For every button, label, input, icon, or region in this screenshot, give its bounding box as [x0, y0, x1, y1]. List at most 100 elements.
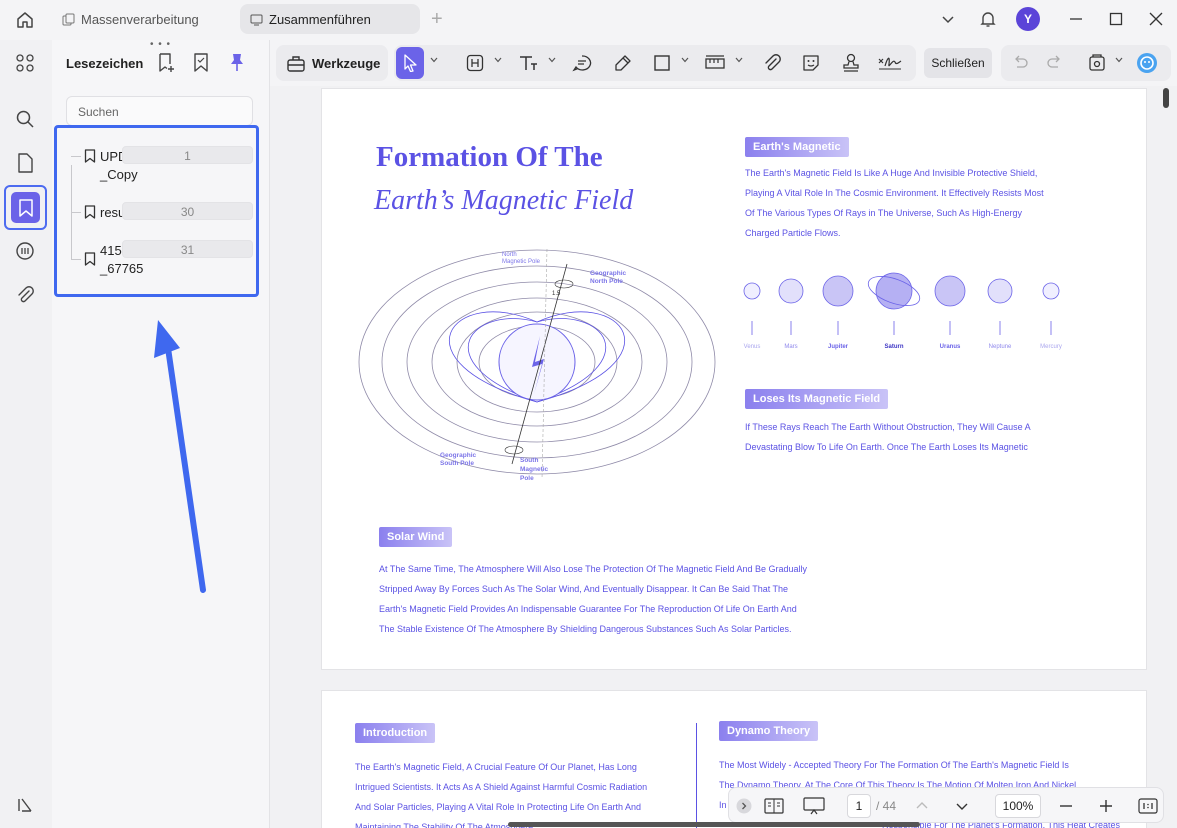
- paragraph-line: At The Same Time, The Atmosphere Will Al…: [379, 564, 808, 574]
- text-tool-icon[interactable]: [515, 51, 541, 75]
- vertical-scrollbar[interactable]: [1163, 88, 1169, 108]
- tab-label: Massenverarbeitung: [81, 11, 199, 27]
- close-tools-button[interactable]: Schließen: [924, 48, 992, 78]
- planet-label: Neptune: [989, 344, 1012, 350]
- paragraph-line: In: [719, 800, 727, 810]
- ai-assistant-icon[interactable]: [1134, 51, 1160, 75]
- sidebar-toggle-icon[interactable]: [10, 790, 40, 820]
- tree-tick: [71, 156, 81, 157]
- pin-icon[interactable]: [227, 52, 247, 74]
- undo-icon[interactable]: [1007, 51, 1033, 75]
- pen-tool-icon[interactable]: [610, 51, 636, 75]
- planet-label: Jupiter: [828, 344, 849, 350]
- section-heading: Loses Its Magnetic Field: [745, 389, 889, 409]
- tab-batch-processing[interactable]: Massenverarbeitung: [52, 4, 236, 34]
- presentation-icon[interactable]: [802, 796, 826, 816]
- planet-label: Venus: [744, 344, 761, 350]
- paragraph-line: If These Rays Reach The Earth Without Ob…: [745, 422, 1031, 432]
- chevron-down-icon[interactable]: [681, 56, 689, 64]
- planet-label: Saturn: [884, 344, 903, 350]
- diagram-label: 1.5: [552, 291, 561, 297]
- bookmarks-rail-button[interactable]: [4, 185, 47, 230]
- bookmark-icon: [84, 149, 96, 163]
- thumbnails-icon[interactable]: [10, 48, 40, 78]
- paragraph-line: Devastating Blow To Life On Earth. Once …: [745, 442, 1028, 452]
- attach-file-tool-icon[interactable]: [759, 51, 785, 75]
- chevron-down-icon[interactable]: [735, 56, 743, 64]
- tools-label: Werkzeuge: [312, 55, 381, 71]
- paragraph-line: Earth's Magnetic Field Provides An Indis…: [379, 604, 797, 614]
- next-page-icon[interactable]: [953, 796, 971, 816]
- chevron-down-icon[interactable]: [937, 6, 959, 32]
- heading-tool-icon[interactable]: [462, 51, 488, 75]
- paragraph-line: And Solar Particles, Playing A Vital Rol…: [355, 802, 641, 812]
- zoom-out-icon[interactable]: [1057, 796, 1075, 816]
- bell-icon[interactable]: [977, 6, 999, 32]
- chevron-down-icon[interactable]: [548, 56, 556, 64]
- drag-handle-icon[interactable]: • • •: [150, 39, 171, 50]
- comments-icon[interactable]: [10, 236, 40, 266]
- section-heading: Introduction: [355, 723, 436, 743]
- bookmark-page-number: 30: [122, 202, 253, 220]
- bookmark-item[interactable]: 41598_2020_Article_67765 31: [71, 240, 253, 282]
- zoom-level[interactable]: 100%: [995, 794, 1041, 818]
- paragraph-line: Of The Various Types Of Rays in The Univ…: [745, 208, 1022, 218]
- bookmark-search-input[interactable]: Suchen: [66, 96, 253, 126]
- page-subtitle: Earth’s Magnetic Field: [374, 185, 634, 216]
- section-heading: Solar Wind: [379, 527, 453, 547]
- total-pages: / 44: [876, 799, 897, 813]
- paragraph-line: Charged Particle Flows.: [745, 228, 841, 238]
- close-window-icon[interactable]: [1144, 6, 1168, 32]
- add-bookmark-icon[interactable]: [156, 52, 176, 74]
- stamp-tool-icon[interactable]: [838, 51, 864, 75]
- measure-tool-icon[interactable]: [702, 51, 728, 75]
- current-page-input[interactable]: 1: [847, 794, 871, 818]
- signature-tool-icon[interactable]: [877, 51, 903, 75]
- page-icon[interactable]: [10, 148, 40, 178]
- horizontal-scrollbar[interactable]: [508, 822, 920, 827]
- diagram-label: Magnetic: [520, 466, 549, 473]
- paragraph-line: The Most Widely - Accepted Theory For Th…: [719, 760, 1069, 770]
- diagram-label: South: [520, 457, 538, 464]
- comment-tool-icon[interactable]: [569, 51, 595, 75]
- diagram-label: Pole: [520, 475, 534, 482]
- section-heading: Earth's Magnetic: [745, 137, 849, 157]
- diagram-label: Geographic: [590, 270, 627, 277]
- merge-icon: [250, 12, 264, 26]
- redo-icon[interactable]: [1042, 51, 1068, 75]
- tab-label: Zusammenführen: [269, 11, 371, 27]
- bookmark-outline-icon[interactable]: [191, 52, 211, 74]
- attachment-icon[interactable]: [10, 280, 40, 310]
- chevron-right-icon[interactable]: [735, 796, 753, 816]
- actual-size-icon[interactable]: [1137, 796, 1159, 816]
- select-tool-icon[interactable]: [396, 47, 424, 79]
- add-tab-icon[interactable]: +: [431, 9, 443, 29]
- minimize-icon[interactable]: [1064, 6, 1088, 32]
- maximize-icon[interactable]: [1104, 6, 1128, 32]
- bookmark-page-number: 31: [122, 240, 253, 258]
- chevron-down-icon[interactable]: [1115, 56, 1123, 64]
- chevron-down-icon[interactable]: [494, 56, 502, 64]
- save-icon[interactable]: [1084, 51, 1110, 75]
- rectangle-tool-icon[interactable]: [649, 51, 675, 75]
- previous-page-icon[interactable]: [913, 796, 931, 816]
- bookmark-item[interactable]: resume-sample 30: [71, 202, 253, 224]
- chevron-down-icon[interactable]: [430, 56, 438, 64]
- diagram-label: South Pole: [440, 460, 474, 467]
- paragraph-line: Intrigued Scientists. It Acts As A Shiel…: [355, 782, 648, 792]
- bookmark-item[interactable]: UPDF-2-可以编辑版_Copy 1: [71, 146, 253, 188]
- page-navigation-bar: 1 / 44 100%: [728, 787, 1164, 823]
- zoom-in-icon[interactable]: [1097, 796, 1115, 816]
- sticker-tool-icon[interactable]: [798, 51, 824, 75]
- reading-mode-icon[interactable]: [763, 796, 785, 816]
- document-viewer[interactable]: Formation Of The Earth’s Magnetic Field: [270, 86, 1177, 828]
- tree-tick: [71, 259, 81, 260]
- avatar[interactable]: Y: [1016, 7, 1040, 31]
- title-bar: Massenverarbeitung Zusammenführen + Y: [0, 0, 1177, 40]
- planets-diagram: Venus Mars Jupiter Saturn Uranus Neptune…: [743, 272, 1062, 350]
- search-icon[interactable]: [10, 104, 40, 134]
- home-icon[interactable]: [12, 8, 38, 32]
- tools-button[interactable]: Werkzeuge: [276, 45, 388, 81]
- tab-merge[interactable]: Zusammenführen: [240, 4, 420, 34]
- planet-label: Mercury: [1040, 344, 1062, 350]
